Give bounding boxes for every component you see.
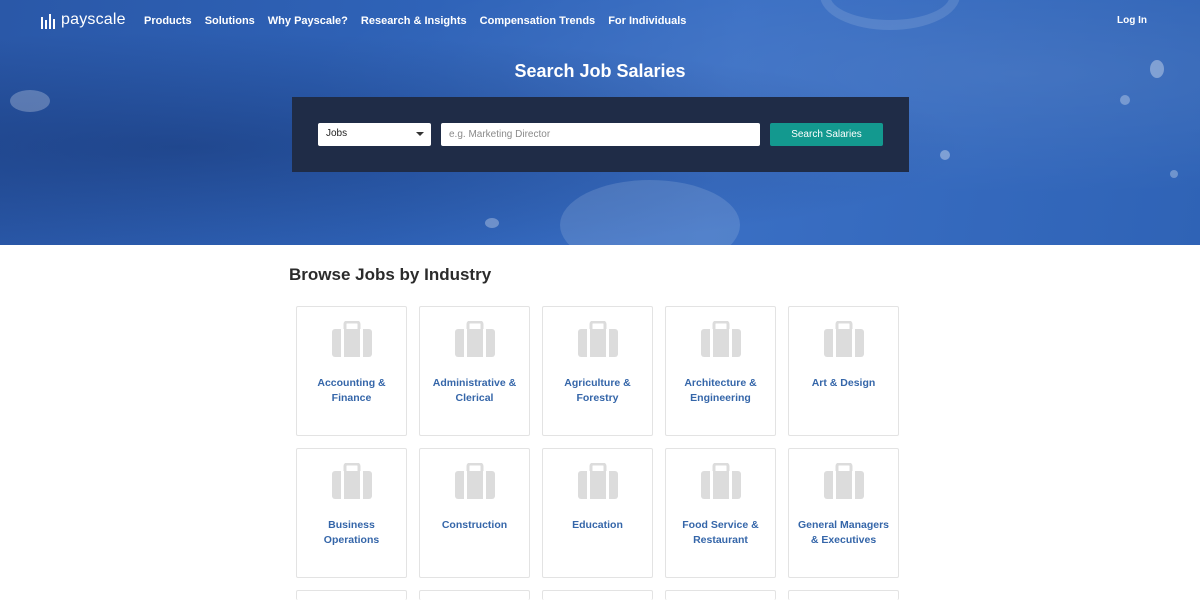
briefcase-icon <box>578 321 618 357</box>
industry-card-general-managers-executives[interactable]: General Managers & Executives <box>788 448 899 578</box>
briefcase-icon <box>455 321 495 357</box>
industry-card-label: General Managers & Executives <box>797 519 890 546</box>
industry-card-art-design[interactable]: Art & Design <box>788 306 899 436</box>
briefcase-icon <box>701 321 741 357</box>
industry-card-agriculture-forestry[interactable]: Agriculture & Forestry <box>542 306 653 436</box>
payscale-logo[interactable]: payscale <box>40 11 126 29</box>
industry-card-food-service-restaurant[interactable]: Food Service & Restaurant <box>665 448 776 578</box>
hero-background-speck <box>485 218 499 228</box>
job-search-input[interactable] <box>441 123 760 146</box>
nav-item-compensation-trends[interactable]: Compensation Trends <box>480 15 596 27</box>
search-type-value: Jobs <box>326 128 348 139</box>
hero-banner: payscale Products Solutions Why Payscale… <box>0 0 1200 245</box>
industry-card-construction[interactable]: Construction <box>419 448 530 578</box>
payscale-logo-text: payscale <box>61 11 126 28</box>
briefcase-icon <box>701 463 741 499</box>
chevron-down-icon <box>416 132 424 136</box>
nav-item-why-payscale[interactable]: Why Payscale? <box>268 15 348 27</box>
industry-card-label: Construction <box>441 519 508 531</box>
industry-card-label: Art & Design <box>811 377 876 389</box>
briefcase-icon <box>578 463 618 499</box>
nav-item-solutions[interactable]: Solutions <box>205 15 255 27</box>
industry-card-label: Administrative & Clerical <box>432 377 517 404</box>
industry-card-business-operations[interactable]: Business Operations <box>296 448 407 578</box>
industry-card-accounting-finance[interactable]: Accounting & Finance <box>296 306 407 436</box>
industry-card-label: Food Service & Restaurant <box>682 519 759 546</box>
briefcase-icon <box>824 463 864 499</box>
industry-card-administrative-clerical[interactable]: Administrative & Clerical <box>419 306 530 436</box>
browse-section-title: Browse Jobs by Industry <box>289 265 492 284</box>
industry-card-label: Architecture & Engineering <box>684 377 757 404</box>
briefcase-icon <box>332 463 372 499</box>
hero-background-speck <box>10 90 50 112</box>
industry-card-partial[interactable] <box>296 590 407 600</box>
payscale-logo-icon <box>40 11 58 29</box>
briefcase-icon <box>455 463 495 499</box>
industry-card-partial[interactable] <box>665 590 776 600</box>
nav-links: Products Solutions Why Payscale? Researc… <box>144 15 699 27</box>
nav-item-products[interactable]: Products <box>144 15 192 27</box>
login-link[interactable]: Log In <box>1117 15 1147 26</box>
salary-search-panel: Jobs Search Salaries <box>292 97 909 172</box>
industry-card-label: Education <box>572 519 623 531</box>
industry-card-label: Accounting & Finance <box>317 377 386 404</box>
briefcase-icon <box>332 321 372 357</box>
industry-card-partial[interactable] <box>542 590 653 600</box>
hero-background-speck <box>1170 170 1178 178</box>
hero-background-speck <box>1120 95 1130 105</box>
nav-item-research-insights[interactable]: Research & Insights <box>361 15 467 27</box>
industry-card-education[interactable]: Education <box>542 448 653 578</box>
hero-background-speck <box>940 150 950 160</box>
industry-card-partial[interactable] <box>788 590 899 600</box>
industry-card-architecture-engineering[interactable]: Architecture & Engineering <box>665 306 776 436</box>
top-navigation: payscale Products Solutions Why Payscale… <box>0 0 1200 44</box>
industry-card-partial[interactable] <box>419 590 530 600</box>
search-type-select[interactable]: Jobs <box>318 123 431 146</box>
briefcase-icon <box>824 321 864 357</box>
industry-card-label: Business Operations <box>323 519 380 546</box>
nav-item-for-individuals[interactable]: For Individuals <box>608 15 686 27</box>
search-salaries-button[interactable]: Search Salaries <box>770 123 883 146</box>
page-title: Search Job Salaries <box>514 61 686 81</box>
industry-card-label: Agriculture & Forestry <box>564 377 631 404</box>
